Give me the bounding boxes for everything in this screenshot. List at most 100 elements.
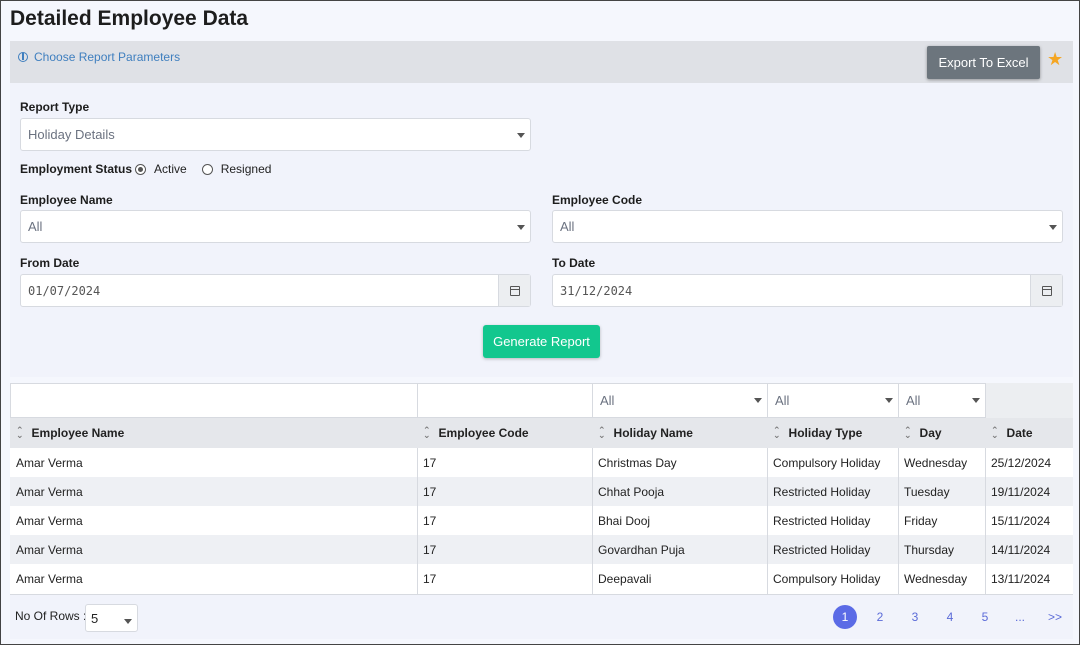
from-date-value: 01/07/2024 [28, 283, 101, 298]
from-date-calendar-button[interactable] [498, 275, 530, 306]
chevron-down-icon [124, 619, 132, 624]
column-label: Employee Name [31, 426, 125, 440]
cell-employee-code: 17 [423, 542, 437, 557]
chevron-down-icon [517, 133, 525, 138]
toggle-icon [18, 52, 28, 62]
choose-parameters-link[interactable]: Choose Report Parameters [18, 50, 180, 64]
status-resigned-radio[interactable] [201, 163, 213, 175]
column-header-employee-code[interactable]: ⌃ ⌄ Employee Code [417, 418, 592, 448]
employee-code-label: Employee Code [552, 193, 643, 207]
column-header-employee-name[interactable]: ⌃ ⌄ Employee Name [10, 418, 417, 448]
employment-status-label: Employment Status [20, 162, 133, 176]
grid-footer: No Of Rows : 5 1 2 3 4 5 ... >> [10, 594, 1073, 639]
employee-name-select[interactable]: All [20, 210, 531, 243]
table-row[interactable]: Amar Verma 17 Govardhan Puja Restricted … [10, 535, 1073, 564]
calendar-icon [509, 285, 520, 296]
cell-day: Tuesday [904, 484, 950, 499]
cell-holiday-name: Govardhan Puja [598, 542, 685, 557]
cell-holiday-name: Christmas Day [598, 455, 677, 470]
cell-holiday-name: Deepavali [598, 571, 652, 586]
holiday-name-filter[interactable]: All [592, 383, 768, 418]
cell-holiday-name: Chhat Pooja [598, 484, 665, 499]
sort-icon: ⌃ ⌄ [904, 425, 912, 440]
rows-per-page-select[interactable]: 5 [85, 604, 138, 632]
from-date-input[interactable]: 01/07/2024 [20, 274, 531, 307]
rows-per-page-label: No Of Rows : [15, 609, 87, 623]
sort-icon: ⌃ ⌄ [423, 425, 431, 440]
page-3-button[interactable]: 3 [903, 605, 927, 629]
day-filter-value: All [906, 393, 921, 408]
table-header: ⌃ ⌄ Employee Name ⌃ ⌄ Employee Code ⌃ ⌄ Hol… [10, 418, 1073, 448]
employee-name-filter[interactable] [10, 383, 418, 418]
status-active-label: Active [154, 162, 187, 176]
holiday-type-filter[interactable]: All [767, 383, 899, 418]
export-to-excel-button[interactable]: Export To Excel [927, 46, 1040, 79]
employee-code-select[interactable]: All [552, 210, 1063, 243]
table-row[interactable]: Amar Verma 17 Chhat Pooja Restricted Hol… [10, 477, 1073, 506]
chevron-down-icon [754, 398, 762, 403]
to-date-label: To Date [552, 256, 596, 270]
generate-report-button[interactable]: Generate Report [483, 325, 600, 358]
cell-holiday-name: Bhai Dooj [598, 513, 651, 528]
star-icon[interactable]: ★ [1047, 50, 1063, 68]
status-resigned-label: Resigned [220, 162, 272, 176]
employee-code-value: All [560, 219, 575, 234]
to-date-input[interactable]: 31/12/2024 [552, 274, 1063, 307]
chevron-down-icon [517, 225, 525, 230]
column-divider [898, 448, 899, 594]
from-date-label: From Date [20, 256, 80, 270]
next-pages-button[interactable]: >> [1043, 605, 1067, 629]
cell-employee-code: 17 [423, 455, 437, 470]
chevron-down-icon [1049, 225, 1057, 230]
cell-day: Thursday [904, 542, 955, 557]
page-ellipsis-button[interactable]: ... [1008, 605, 1032, 629]
column-divider [592, 448, 593, 594]
parameters-panel: Report Type Holiday Details Employment S… [10, 83, 1073, 377]
column-divider [417, 448, 418, 594]
cell-date: 14/11/2024 [991, 542, 1051, 557]
day-filter[interactable]: All [898, 383, 986, 418]
cell-holiday-type: Compulsory Holiday [773, 571, 881, 586]
report-parameters-bar: Choose Report Parameters Export To Excel… [10, 41, 1073, 83]
cell-holiday-type: Restricted Holiday [773, 484, 871, 499]
page-5-button[interactable]: 5 [973, 605, 997, 629]
table-row[interactable]: Amar Verma 17 Christmas Day Compulsory H… [10, 448, 1073, 477]
status-active-radio[interactable] [135, 163, 147, 175]
table-row[interactable]: Amar Verma 17 Bhai Dooj Restricted Holid… [10, 506, 1073, 535]
to-date-calendar-button[interactable] [1030, 275, 1062, 306]
column-header-day[interactable]: ⌃ ⌄ Day [898, 418, 985, 448]
holiday-type-filter-value: All [775, 393, 790, 408]
report-type-value: Holiday Details [28, 127, 115, 142]
cell-holiday-type: Restricted Holiday [773, 542, 871, 557]
column-divider [985, 448, 986, 594]
sort-icon: ⌃ ⌄ [598, 425, 606, 440]
report-type-select[interactable]: Holiday Details [20, 118, 531, 151]
cell-holiday-type: Restricted Holiday [773, 513, 871, 528]
column-header-holiday-type[interactable]: ⌃ ⌄ Holiday Type [767, 418, 898, 448]
column-header-date[interactable]: ⌃ ⌄ Date [985, 418, 1073, 448]
employment-status-group: Employment Status Active Resigned [20, 162, 283, 176]
employee-code-filter[interactable] [417, 383, 593, 418]
cell-employee-name: Amar Verma [16, 542, 83, 557]
cell-employee-name: Amar Verma [16, 513, 83, 528]
table-row[interactable]: Amar Verma 17 Deepavali Compulsory Holid… [10, 564, 1073, 593]
column-label: Holiday Type [788, 426, 863, 440]
column-label: Day [919, 426, 942, 440]
column-label: Employee Code [438, 426, 529, 440]
sort-icon: ⌃ ⌄ [773, 425, 781, 440]
employee-name-label: Employee Name [20, 193, 113, 207]
cell-employee-name: Amar Verma [16, 571, 83, 586]
column-header-holiday-name[interactable]: ⌃ ⌄ Holiday Name [592, 418, 767, 448]
cell-employee-code: 17 [423, 513, 437, 528]
cell-date: 13/11/2024 [991, 571, 1051, 586]
report-type-label: Report Type [20, 100, 90, 114]
page-4-button[interactable]: 4 [938, 605, 962, 629]
chevron-down-icon [885, 398, 893, 403]
cell-holiday-type: Compulsory Holiday [773, 455, 881, 470]
column-label: Date [1006, 426, 1033, 440]
page-2-button[interactable]: 2 [868, 605, 892, 629]
choose-parameters-label: Choose Report Parameters [34, 50, 181, 64]
page-1-button[interactable]: 1 [833, 605, 857, 629]
cell-employee-code: 17 [423, 484, 437, 499]
holiday-name-filter-value: All [600, 393, 615, 408]
